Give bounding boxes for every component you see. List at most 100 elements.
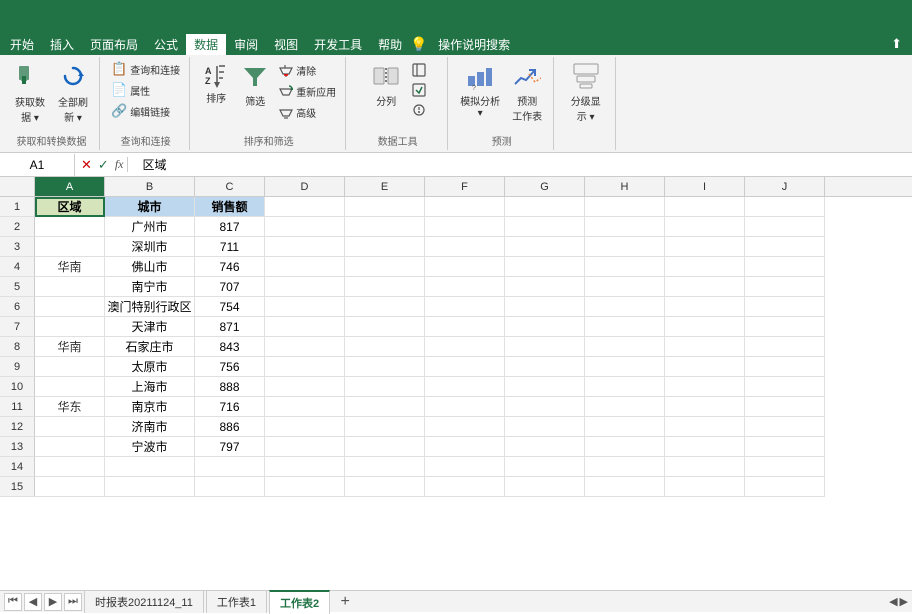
cell[interactable]: [265, 377, 345, 397]
cell[interactable]: 深圳市: [105, 237, 195, 257]
cell[interactable]: 746: [195, 257, 265, 277]
cell[interactable]: [745, 397, 825, 417]
cell[interactable]: [265, 437, 345, 457]
cell[interactable]: [665, 217, 745, 237]
menu-start[interactable]: 开始: [2, 34, 42, 55]
cell[interactable]: [265, 277, 345, 297]
cell[interactable]: 797: [195, 437, 265, 457]
sheet-tab-2[interactable]: 工作表2: [269, 590, 330, 614]
cell[interactable]: [745, 257, 825, 277]
row-number[interactable]: 6: [0, 297, 35, 317]
cell[interactable]: [425, 217, 505, 237]
cell[interactable]: [35, 297, 105, 317]
cell[interactable]: [505, 417, 585, 437]
cell[interactable]: [35, 457, 105, 477]
cell[interactable]: [585, 197, 665, 217]
clear-button[interactable]: 清除: [276, 61, 339, 80]
cell[interactable]: [745, 277, 825, 297]
cell[interactable]: [425, 377, 505, 397]
cell[interactable]: [425, 397, 505, 417]
cell[interactable]: [745, 417, 825, 437]
cell[interactable]: 711: [195, 237, 265, 257]
cell[interactable]: [585, 437, 665, 457]
cell[interactable]: [425, 297, 505, 317]
cell[interactable]: [265, 397, 345, 417]
menu-layout[interactable]: 页面布局: [82, 34, 146, 55]
cell[interactable]: [345, 197, 425, 217]
cell[interactable]: [665, 377, 745, 397]
cell[interactable]: 城市: [105, 197, 195, 217]
cell[interactable]: [665, 197, 745, 217]
col-header-h[interactable]: H: [585, 177, 665, 196]
col-header-b[interactable]: B: [105, 177, 195, 196]
cell[interactable]: [425, 417, 505, 437]
forecast-sheet-button[interactable]: 预测工作表: [507, 59, 547, 126]
cell[interactable]: [505, 277, 585, 297]
cell[interactable]: [425, 257, 505, 277]
cell[interactable]: [505, 437, 585, 457]
row-number[interactable]: 4: [0, 257, 35, 277]
cell[interactable]: [265, 257, 345, 277]
outline-button[interactable]: 分级显示 ▾: [566, 59, 606, 126]
cell[interactable]: [35, 277, 105, 297]
cell[interactable]: [665, 237, 745, 257]
row-number[interactable]: 13: [0, 437, 35, 457]
cell[interactable]: [265, 317, 345, 337]
cell[interactable]: [345, 257, 425, 277]
cell[interactable]: 石家庄市: [105, 337, 195, 357]
cell[interactable]: [665, 317, 745, 337]
formula-input[interactable]: [138, 158, 912, 172]
cell[interactable]: [505, 317, 585, 337]
sort-button[interactable]: A Z 排序: [198, 59, 234, 108]
cell[interactable]: 澳门特别行政区: [105, 297, 195, 317]
cell[interactable]: [745, 297, 825, 317]
data-tool-btn1[interactable]: [409, 61, 429, 79]
cell[interactable]: [665, 397, 745, 417]
cell[interactable]: [265, 417, 345, 437]
cell[interactable]: [345, 277, 425, 297]
cell[interactable]: [505, 257, 585, 277]
cell[interactable]: [505, 237, 585, 257]
cell[interactable]: 济南市: [105, 417, 195, 437]
cell[interactable]: [425, 197, 505, 217]
confirm-formula-icon[interactable]: ✓: [98, 157, 109, 173]
cell[interactable]: [745, 457, 825, 477]
cell[interactable]: [345, 357, 425, 377]
cell[interactable]: [745, 357, 825, 377]
cell[interactable]: [745, 377, 825, 397]
cell[interactable]: [585, 477, 665, 497]
cell[interactable]: 广州市: [105, 217, 195, 237]
row-number[interactable]: 3: [0, 237, 35, 257]
col-header-e[interactable]: E: [345, 177, 425, 196]
cell[interactable]: [345, 317, 425, 337]
cell[interactable]: [195, 457, 265, 477]
query-connect-button[interactable]: 📋 查询和连接: [108, 59, 183, 79]
cell[interactable]: 宁波市: [105, 437, 195, 457]
menu-review[interactable]: 审阅: [226, 34, 266, 55]
cell[interactable]: [105, 457, 195, 477]
sheet-tab-1[interactable]: 工作表1: [206, 590, 267, 613]
cell[interactable]: [585, 337, 665, 357]
cell[interactable]: [505, 377, 585, 397]
simulation-button[interactable]: ? 模拟分析▾: [456, 59, 504, 122]
cell[interactable]: [35, 317, 105, 337]
cell[interactable]: [585, 237, 665, 257]
cell[interactable]: [425, 437, 505, 457]
cell[interactable]: [265, 217, 345, 237]
cell[interactable]: [505, 197, 585, 217]
cell[interactable]: [505, 397, 585, 417]
cell[interactable]: 佛山市: [105, 257, 195, 277]
menu-help[interactable]: 帮助: [370, 34, 410, 55]
cell[interactable]: [425, 457, 505, 477]
cell[interactable]: [345, 417, 425, 437]
cell[interactable]: [35, 217, 105, 237]
cell[interactable]: [425, 277, 505, 297]
cell[interactable]: [745, 237, 825, 257]
cell[interactable]: [425, 337, 505, 357]
cell[interactable]: [745, 217, 825, 237]
row-number[interactable]: 12: [0, 417, 35, 437]
advanced-button[interactable]: 高级: [276, 103, 339, 122]
row-number[interactable]: 2: [0, 217, 35, 237]
tab-nav-prev[interactable]: ◀: [24, 593, 42, 611]
cell[interactable]: [585, 257, 665, 277]
